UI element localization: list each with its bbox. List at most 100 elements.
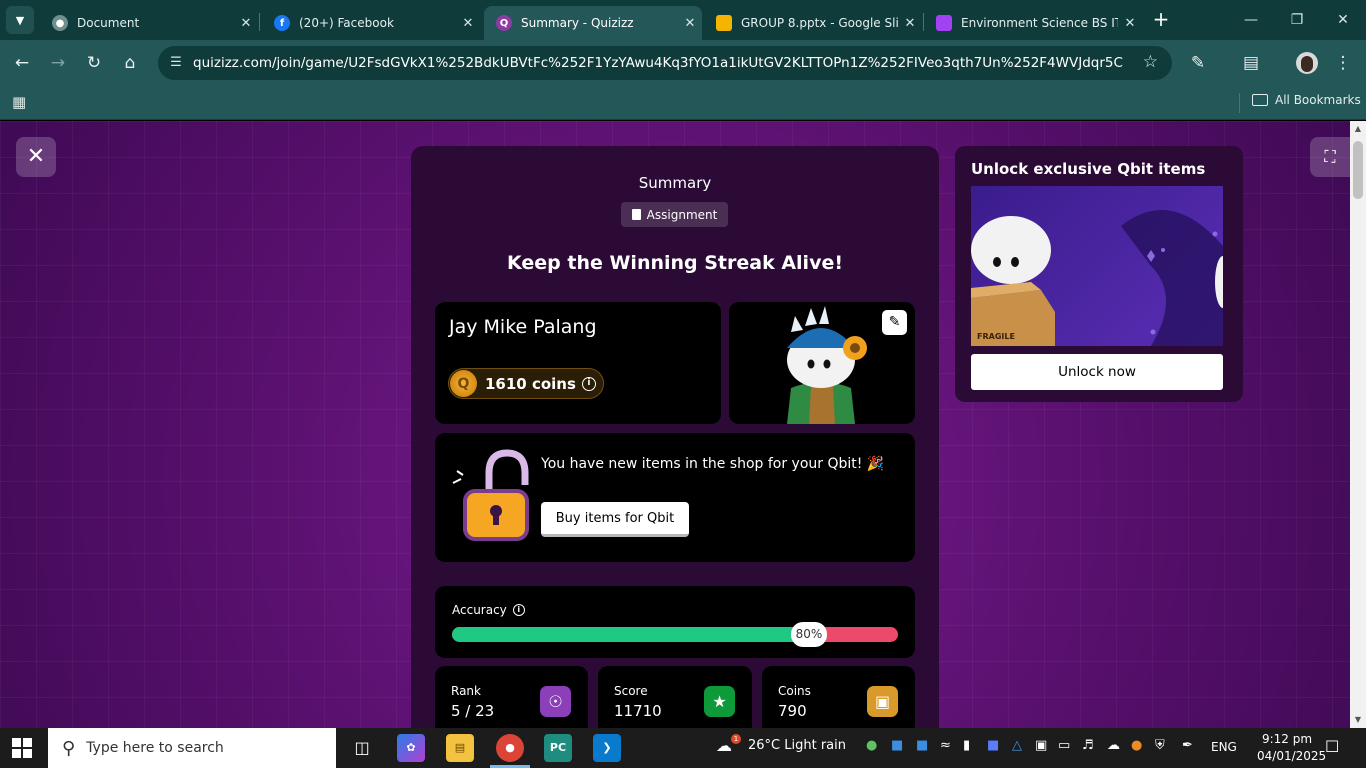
weather-text[interactable]: 26°C Light rain [748,738,846,753]
reading-list-icon[interactable]: ▤ [1239,51,1263,75]
file-explorer-icon[interactable]: ▤ [446,734,474,762]
classroom-icon [936,15,952,31]
tab-close-icon[interactable]: ✕ [898,16,922,31]
tab-facebook[interactable]: f (20+) Facebook ✕ [262,6,480,40]
coins-amount: 1610 coins [485,374,576,393]
volume-icon[interactable]: ♬ [1082,738,1094,753]
buy-items-button[interactable]: Buy items for Qbit [541,502,689,537]
onedrive-icon[interactable]: ☁ [1107,738,1120,753]
tab-search-chevron-icon[interactable]: ▼ [6,6,34,34]
display-icon[interactable]: ▭ [1058,738,1070,753]
accuracy-label-text: Accuracy [452,603,507,617]
coins-pill: Q 1610 coins i [448,368,604,399]
minimize-icon[interactable]: — [1237,8,1265,32]
tray-app-icon[interactable]: ■ [891,738,903,753]
extensions-puzzle-icon[interactable]: ✎ [1186,51,1210,75]
tab-divider [259,13,260,31]
accuracy-card: Accuracy i 80% [435,586,915,658]
tab-quizizz-summary[interactable]: Q Summary - Quizizz ✕ [484,6,702,40]
streak-headline: Keep the Winning Streak Alive! [506,252,844,274]
player-name: Jay Mike Palang [449,316,597,338]
copilot-icon[interactable]: ✿ [397,734,425,762]
kebab-menu-icon[interactable]: ⋮ [1331,51,1355,75]
scroll-up-arrow-icon[interactable]: ▲ [1350,121,1366,137]
wifi-icon[interactable]: ≈ [940,738,951,753]
forward-arrow-icon[interactable]: → [46,51,70,75]
battery-icon[interactable]: ▮ [963,738,970,753]
apps-grid-icon[interactable]: ▦ [12,92,32,112]
task-view-icon[interactable]: ◫ [348,734,376,762]
security-shield-icon[interactable]: ⛨ [1155,738,1165,753]
pen-icon[interactable]: ✒ [1182,738,1193,753]
weather-cloud-icon[interactable]: ☁ [716,736,732,755]
tab-close-icon[interactable]: ✕ [678,16,702,31]
promo-title: Unlock exclusive Qbit items [971,160,1206,178]
bluetooth-icon[interactable]: △ [1012,738,1022,753]
vscode-icon[interactable]: ❯ [593,734,621,762]
score-value: 11710 [614,702,662,720]
unlocked-padlock-icon [452,449,529,541]
window-close-icon[interactable]: ✕ [1329,8,1357,32]
rank-card: Rank 5 / 23 ☉ [435,666,588,728]
rank-value: 5 / 23 [451,702,495,720]
tab-google-slides[interactable]: GROUP 8.pptx - Google Slides ✕ [704,6,922,40]
meet-now-icon[interactable]: ▣ [1035,738,1047,753]
qbit-promo-panel: Unlock exclusive Qbit items FRAGILE Unlo… [955,146,1243,402]
unlock-now-button[interactable]: Unlock now [971,354,1223,390]
language-indicator[interactable]: ENG [1211,740,1237,754]
notifications-icon[interactable]: ☐ [1325,737,1339,756]
summary-title: Summary [638,174,712,192]
tray-app-icon[interactable]: ● [866,738,877,753]
site-settings-icon[interactable]: ☰ [164,51,188,75]
page-scrollbar[interactable]: ▲ ▼ [1350,121,1366,728]
all-bookmarks-button[interactable]: All Bookmarks [1252,93,1361,107]
reload-icon[interactable]: ↻ [82,51,106,75]
search-icon: ⚲ [62,737,76,759]
qbit-avatar-card: ✎ [729,302,915,424]
scrollbar-thumb[interactable] [1353,141,1363,199]
tab-environment-science[interactable]: Environment Science BS IT: 2 ✕ [924,6,1142,40]
pycharm-icon[interactable]: PC [544,734,572,762]
windows-start-icon[interactable] [12,738,32,758]
coins-info-icon[interactable]: i [581,376,596,391]
tab-close-icon[interactable]: ✕ [234,16,258,31]
restore-icon[interactable]: ❐ [1283,8,1311,32]
close-summary-button[interactable]: ✕ [16,137,56,177]
tray-app-icon[interactable]: ■ [916,738,928,753]
edit-avatar-pencil-icon[interactable]: ✎ [882,310,907,335]
taskbar-search-box[interactable]: ⚲ Type here to search [48,728,336,768]
browser-tab-strip: ▼ ● Document ✕ f (20+) Facebook ✕ Q Summ… [0,0,1366,40]
tab-title: Summary - Quizizz [521,16,634,30]
tab-title: Document [77,16,140,30]
assignment-chip: Assignment [621,202,728,227]
score-card: Score 11710 ★ [598,666,752,728]
home-icon[interactable]: ⌂ [118,51,142,75]
quizizz-page: ✕ ⛶ Summary Assignment Keep the Winning … [0,121,1350,728]
url-text[interactable]: quizizz.com/join/game/U2FsdGVkX1%252BdkU… [193,55,1123,71]
accuracy-info-icon[interactable]: i [512,604,525,616]
system-clock[interactable]: 9:12 pm 04/01/2025 [1257,731,1326,765]
player-card: Jay Mike Palang Q 1610 coins i [435,302,721,424]
new-tab-plus-icon[interactable]: + [1150,8,1172,30]
teams-icon[interactable]: ■ [987,738,999,753]
bookmark-star-icon[interactable]: ☆ [1143,52,1158,72]
tab-close-icon[interactable]: ✕ [456,16,480,31]
tray-app-icon[interactable]: ● [1131,738,1142,753]
tab-document[interactable]: ● Document ✕ [40,6,258,40]
scroll-down-arrow-icon[interactable]: ▼ [1350,712,1366,728]
accuracy-bar [452,627,898,642]
address-bar[interactable]: ☰ quizizz.com/join/game/U2FsdGVkX1%252Bd… [158,46,1172,80]
shop-message: You have new items in the shop for your … [541,456,885,472]
google-slides-icon [716,15,732,31]
tab-title: GROUP 8.pptx - Google Slides [741,16,898,30]
coins-card: Coins 790 ▣ [762,666,915,728]
profile-avatar[interactable] [1296,52,1318,74]
taskbar-search-placeholder: Type here to search [86,740,224,756]
coin-box-icon: ▣ [867,686,898,717]
back-arrow-icon[interactable]: ← [10,51,34,75]
fragile-box-label: FRAGILE [977,332,1015,341]
chrome-icon[interactable]: ● [496,734,524,762]
fullscreen-icon[interactable]: ⛶ [1310,137,1350,177]
qbit-box-illustration [971,210,1223,346]
tab-close-icon[interactable]: ✕ [1118,16,1142,31]
